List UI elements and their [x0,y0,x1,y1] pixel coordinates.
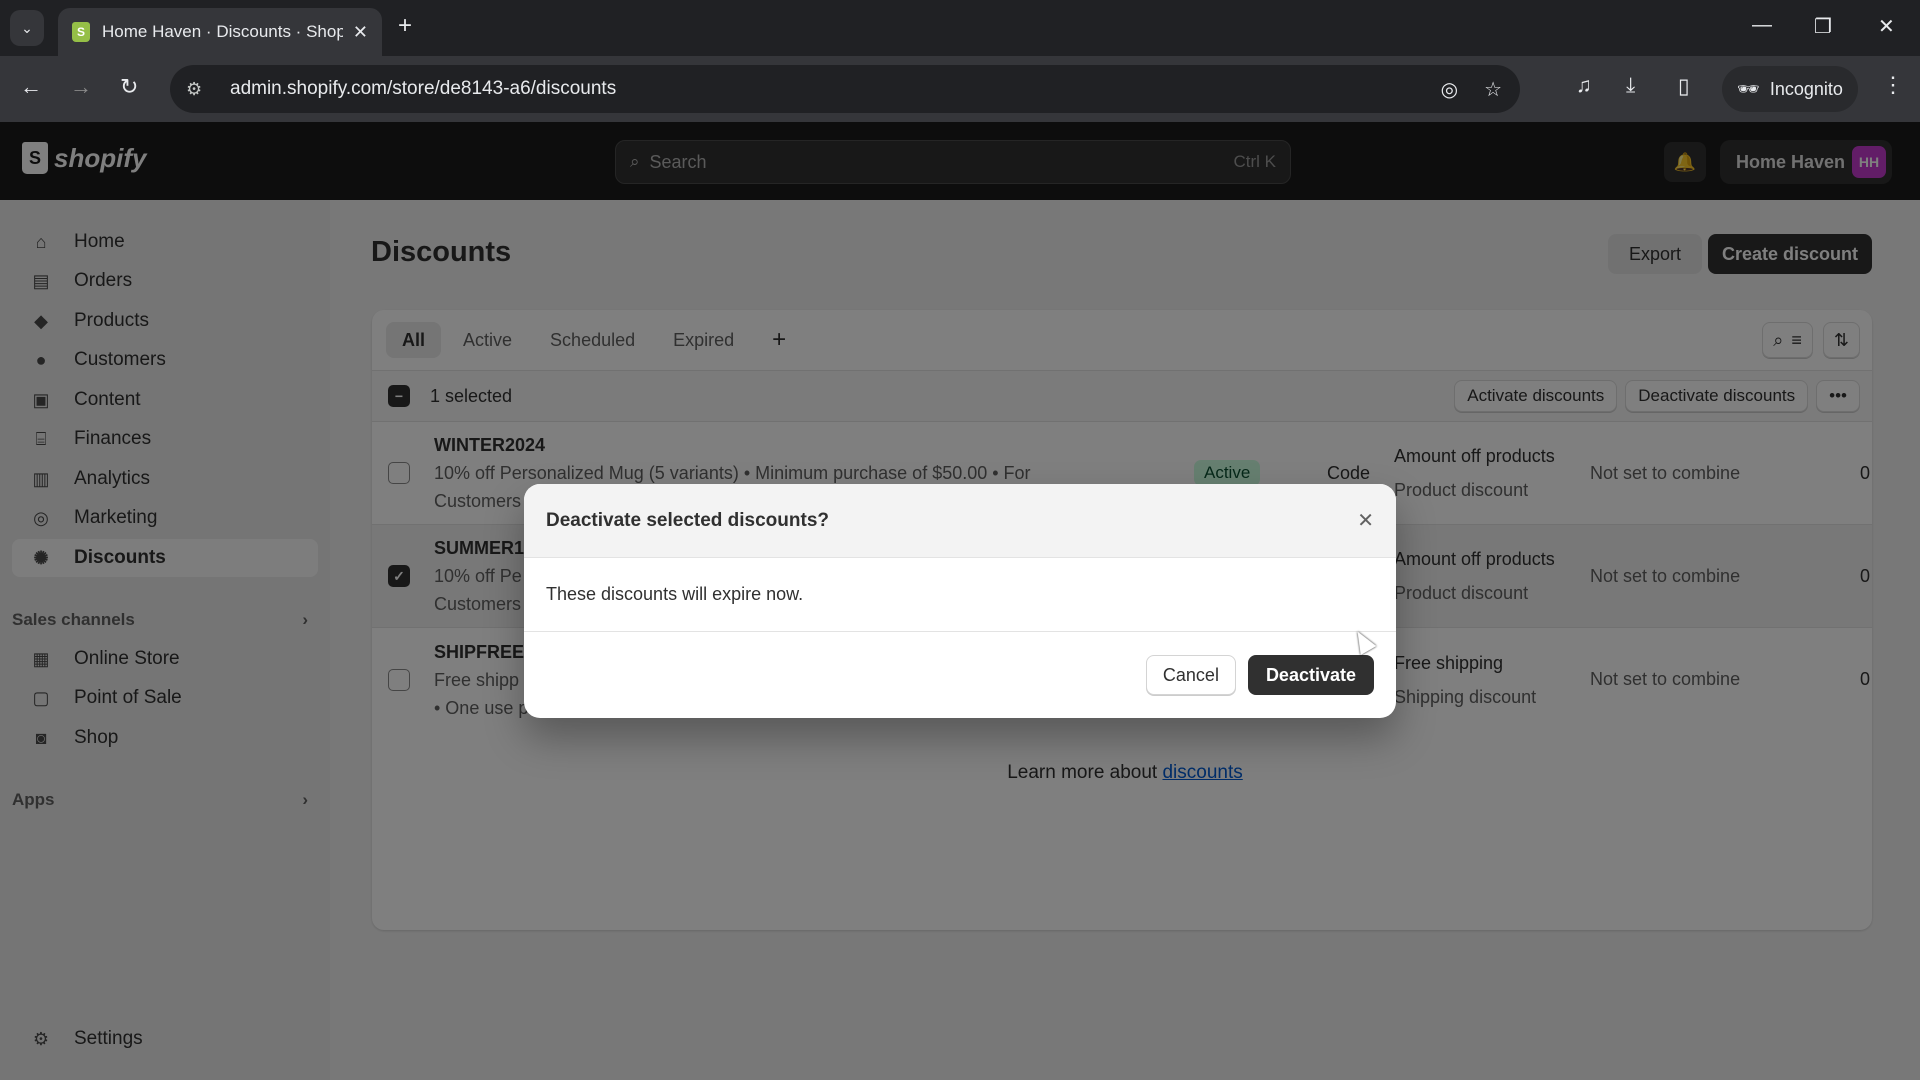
dialog-body: These discounts will expire now. [524,558,1396,632]
back-icon[interactable]: ← [20,74,42,100]
deactivate-dialog: Deactivate selected discounts? ✕ These d… [524,484,1396,718]
incognito-icon: 🕶 [1737,78,1760,99]
incognito-label: Incognito [1769,78,1843,99]
url-text[interactable]: admin.shopify.com/store/de8143-a6/discou… [230,78,616,100]
forward-icon[interactable]: → [70,74,92,100]
tab-title: Home Haven · Discounts · Shopify [102,22,343,41]
reload-icon[interactable]: ↻ [120,74,138,100]
shopify-favicon-icon: S [72,22,90,42]
restore-icon[interactable]: ❐ [1814,14,1832,39]
browser-tab[interactable]: S Home Haven · Discounts · Shopify ✕ [58,8,382,56]
deactivate-button[interactable]: Deactivate [1247,655,1374,695]
minimize-icon[interactable]: — [1752,14,1772,37]
cancel-button[interactable]: Cancel [1145,655,1236,695]
side-panel-icon[interactable]: ▯ [1678,74,1690,99]
site-info-icon[interactable]: ⚙ [186,79,214,100]
dialog-message: These discounts will expire now. [546,584,804,604]
browser-menu-icon[interactable]: ⋮ [1882,72,1904,98]
address-bar[interactable]: ⚙ admin.shopify.com/store/de8143-a6/disc… [170,65,1520,113]
download-icon[interactable]: ⤓ [1626,74,1635,98]
new-tab-button[interactable]: + [398,12,412,40]
tab-search-button[interactable]: ⌄ [10,10,44,46]
dialog-header: Deactivate selected discounts? ✕ [524,484,1396,558]
close-window-icon[interactable]: ✕ [1878,14,1895,39]
bookmark-star-icon[interactable]: ☆ [1484,77,1502,102]
dialog-footer: Cancel Deactivate [524,632,1396,718]
dialog-title: Deactivate selected discounts? [546,509,829,531]
browser-toolbar: ← → ↻ ⚙ admin.shopify.com/store/de8143-a… [0,56,1920,122]
media-icon[interactable]: ♫ [1576,74,1592,98]
incognito-indicator[interactable]: 🕶 Incognito [1722,66,1858,112]
browser-tab-strip: ⌄ S Home Haven · Discounts · Shopify ✕ +… [0,0,1920,56]
close-tab-icon[interactable]: ✕ [353,22,368,43]
eye-off-icon[interactable]: ◎ [1441,77,1458,102]
chevron-down-icon: ⌄ [21,19,33,36]
close-icon[interactable]: ✕ [1357,508,1374,533]
